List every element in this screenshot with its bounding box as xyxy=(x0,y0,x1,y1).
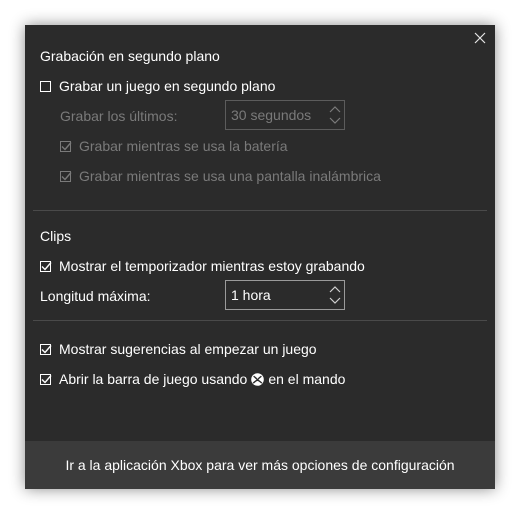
open-with-controller-label-before: Abrir la barra de juego usando xyxy=(59,371,248,387)
open-xbox-app-label: Ir a la aplicación Xbox para ver más opc… xyxy=(65,457,455,473)
record-wireless-display-checkbox-row: Grabar mientras se usa una pantalla inal… xyxy=(60,168,381,184)
open-xbox-app-link[interactable]: Ir a la aplicación Xbox para ver más opc… xyxy=(25,441,495,489)
open-with-controller-checkbox-row[interactable]: Abrir la barra de juego usando en el man… xyxy=(40,371,345,387)
max-length-label: Longitud máxima: xyxy=(40,288,151,304)
open-with-controller-label-after: en el mando xyxy=(268,371,346,387)
record-last-label: Grabar los últimos: xyxy=(60,108,178,124)
record-in-background-checkbox-row[interactable]: Grabar un juego en segundo plano xyxy=(40,78,275,94)
record-last-value: 30 segundos xyxy=(231,107,312,123)
show-tips-checkbox[interactable] xyxy=(40,343,52,355)
xbox-logo-icon xyxy=(251,372,265,386)
record-last-spinner[interactable]: 30 segundos xyxy=(225,100,345,130)
record-on-battery-label: Grabar mientras se usa la batería xyxy=(79,138,288,154)
show-timer-checkbox[interactable] xyxy=(40,260,52,272)
section-title-background-recording: Grabación en segundo plano xyxy=(40,48,220,64)
show-tips-label: Mostrar sugerencias al empezar un juego xyxy=(59,341,317,357)
checkmark-icon xyxy=(61,141,72,151)
show-tips-checkbox-row[interactable]: Mostrar sugerencias al empezar un juego xyxy=(40,341,317,357)
record-on-battery-checkbox xyxy=(60,140,72,152)
divider xyxy=(33,320,487,321)
close-icon[interactable] xyxy=(471,29,489,47)
record-wireless-display-label: Grabar mientras se usa una pantalla inal… xyxy=(79,168,381,184)
max-length-spinner[interactable]: 1 hora xyxy=(225,280,345,310)
record-in-background-label: Grabar un juego en segundo plano xyxy=(59,78,276,94)
record-in-background-checkbox[interactable] xyxy=(40,80,51,92)
checkmark-icon xyxy=(41,344,52,354)
record-on-battery-checkbox-row: Grabar mientras se usa la batería xyxy=(60,138,288,154)
game-bar-settings-dialog: Grabación en segundo plano Grabar un jue… xyxy=(25,25,495,489)
chevron-up-down-icon[interactable] xyxy=(328,284,342,306)
section-title-clips: Clips xyxy=(40,228,72,244)
checkmark-icon xyxy=(41,261,52,271)
record-wireless-display-checkbox xyxy=(60,170,72,182)
open-with-controller-checkbox[interactable] xyxy=(40,373,52,385)
checkmark-icon xyxy=(41,374,52,384)
chevron-up-down-icon[interactable] xyxy=(328,104,342,126)
max-length-value: 1 hora xyxy=(231,287,271,303)
show-timer-checkbox-row[interactable]: Mostrar el temporizador mientras estoy g… xyxy=(40,258,365,274)
checkmark-icon xyxy=(61,171,72,181)
show-timer-label: Mostrar el temporizador mientras estoy g… xyxy=(59,258,365,274)
divider xyxy=(33,210,487,211)
